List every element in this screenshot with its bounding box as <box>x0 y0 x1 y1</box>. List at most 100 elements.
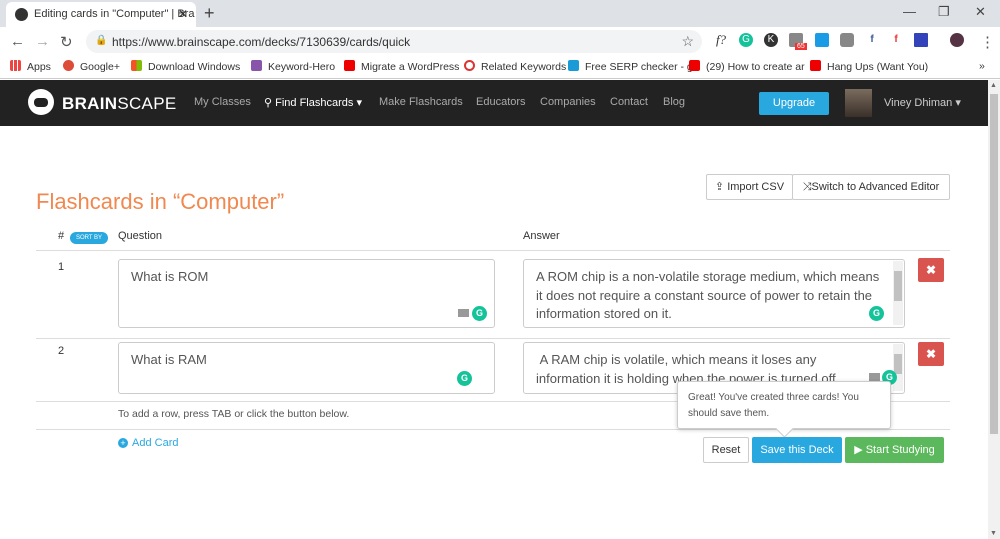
scroll-down-icon[interactable]: ▼ <box>990 530 997 537</box>
facebook-extension-icon[interactable]: f <box>865 33 879 47</box>
switch-advanced-editor-button[interactable]: ⤨Switch to Advanced Editor <box>792 174 950 200</box>
answer-scrollbar[interactable] <box>893 261 903 325</box>
back-icon[interactable]: ← <box>10 33 25 50</box>
brainscape-logo-icon[interactable] <box>28 89 54 115</box>
start-studying-button[interactable]: ▶ Start Studying <box>845 437 944 463</box>
delete-card-button[interactable]: ✖ <box>918 342 944 366</box>
nav-make-flashcards[interactable]: Make Flashcards <box>379 96 463 108</box>
grammarly-extension-icon[interactable]: G <box>739 33 753 47</box>
close-icon: ✖ <box>925 347 937 361</box>
url-text: https://www.brainscape.com/decks/7130639… <box>112 35 411 49</box>
minimize-icon[interactable]: — <box>903 4 916 19</box>
apps-grid-icon <box>10 60 21 71</box>
plus-icon <box>568 60 579 71</box>
import-csv-button[interactable]: ⇪ Import CSV <box>706 174 793 200</box>
bookmark-star-icon[interactable]: ☆ <box>681 33 694 50</box>
new-tab-icon[interactable]: + <box>204 3 215 24</box>
column-question: Question <box>118 230 163 242</box>
close-tab-icon[interactable]: ✕ <box>178 7 188 21</box>
sort-by-button[interactable]: SORT BY <box>70 232 108 244</box>
more-bookmarks[interactable]: » <box>979 60 985 72</box>
user-avatar[interactable] <box>845 89 872 117</box>
extension-badge: 65 <box>795 43 807 50</box>
card-number: 2 <box>58 345 65 357</box>
divider <box>36 338 950 339</box>
nav-educators[interactable]: Educators <box>476 96 526 108</box>
google-plus-icon <box>63 60 74 71</box>
bookmark-youtube-how-to[interactable]: (29) How to create ar <box>689 60 805 73</box>
answer-scrollbar[interactable] <box>893 344 903 391</box>
reset-button[interactable]: Reset <box>703 437 749 463</box>
translate-extension-icon[interactable] <box>815 33 829 47</box>
delete-card-button[interactable]: ✖ <box>918 258 944 282</box>
search-icon: ⚲ <box>264 97 276 109</box>
grammarly-icon[interactable]: G <box>457 371 472 386</box>
menu-icon[interactable]: ⋮ <box>980 33 995 51</box>
k-extension-icon[interactable]: K <box>764 33 778 47</box>
column-number: # <box>58 230 65 242</box>
address-bar-row: ← → ↻ 🔒 https://www.brainscape.com/decks… <box>0 27 1000 55</box>
divider <box>36 429 950 430</box>
add-card-link[interactable]: + Add Card <box>118 437 178 449</box>
grammarly-icon[interactable]: G <box>472 306 487 321</box>
windows-icon <box>131 60 142 71</box>
bookmark-serp-checker[interactable]: Free SERP checker - g <box>568 60 693 73</box>
bookmark-hang-ups[interactable]: Hang Ups (Want You) <box>810 60 928 73</box>
image-icon[interactable] <box>458 309 469 317</box>
bookmark-migrate-wordpress[interactable]: Migrate a WordPress <box>344 60 459 73</box>
youtube-icon <box>810 60 821 71</box>
card-number: 1 <box>58 261 65 273</box>
user-menu[interactable]: Viney Dhiman ▾ <box>884 96 961 109</box>
bookmarks-bar: Apps Google+ Download Windows Keyword-He… <box>0 55 1000 79</box>
answer-input[interactable]: A ROM chip is a non-volatile storage med… <box>523 259 905 328</box>
youtube-icon <box>344 60 355 71</box>
close-window-icon[interactable]: ✕ <box>975 4 986 20</box>
bookmark-apps[interactable]: Apps <box>10 60 51 73</box>
nav-blog[interactable]: Blog <box>663 96 685 108</box>
lock-icon: 🔒 <box>95 35 108 46</box>
keyword-hero-icon <box>251 60 262 71</box>
image-icon[interactable] <box>869 373 880 381</box>
bookmark-related-keywords[interactable]: Related Keywords <box>464 60 566 73</box>
scroll-up-icon[interactable]: ▲ <box>990 82 997 89</box>
reload-icon[interactable]: ↻ <box>60 33 73 51</box>
forward-icon[interactable]: → <box>35 33 50 50</box>
url-input[interactable]: 🔒 https://www.brainscape.com/decks/71306… <box>86 30 702 53</box>
nav-find-flashcards[interactable]: ⚲ Find Flashcards ▾ <box>264 96 362 109</box>
shuffle-icon: ⤨ <box>802 181 812 193</box>
play-icon: ▶ <box>854 444 866 456</box>
plus-circle-icon: + <box>118 438 128 448</box>
tab-title: Editing cards in "Computer" | Bra <box>34 8 195 20</box>
upload-icon: ⇪ <box>714 181 728 193</box>
grammarly-icon[interactable]: G <box>869 306 884 321</box>
bookmark-keyword-hero[interactable]: Keyword-Hero <box>251 60 335 73</box>
caret-down-icon: ▾ <box>356 97 362 109</box>
bookmark-extension-icon[interactable] <box>914 33 928 47</box>
scrollbar-thumb[interactable] <box>990 94 998 434</box>
brand-name[interactable]: BRAINSCAPE <box>62 94 176 114</box>
add-row-hint: To add a row, press TAB or click the but… <box>118 408 350 420</box>
page-title: Flashcards in “Computer” <box>36 189 285 214</box>
nav-companies[interactable]: Companies <box>540 96 596 108</box>
camera-extension-icon[interactable] <box>840 33 854 47</box>
brainscape-favicon-icon <box>15 8 28 21</box>
save-deck-button[interactable]: Save this Deck <box>752 437 842 463</box>
close-icon: ✖ <box>925 263 937 277</box>
profile-avatar-icon[interactable] <box>950 33 964 47</box>
nav-contact[interactable]: Contact <box>610 96 648 108</box>
question-input[interactable]: What is RAM <box>118 342 495 394</box>
browser-tab-bar: Editing cards in "Computer" | Bra ✕ + — … <box>0 0 1000 27</box>
page-scrollbar[interactable]: ▲ ▼ <box>988 80 1000 539</box>
opera-icon <box>464 60 475 71</box>
formula-extension-icon[interactable]: f? <box>714 33 728 47</box>
bookmark-download-windows[interactable]: Download Windows <box>131 60 240 73</box>
browser-tab[interactable]: Editing cards in "Computer" | Bra ✕ <box>6 2 196 27</box>
bookmark-google-plus[interactable]: Google+ <box>63 60 120 73</box>
divider <box>36 250 950 251</box>
column-answer: Answer <box>523 230 560 242</box>
question-input[interactable]: What is ROM <box>118 259 495 328</box>
restore-icon[interactable]: ❐ <box>938 4 950 20</box>
f-red-extension-icon[interactable]: f <box>889 33 903 47</box>
upgrade-button[interactable]: Upgrade <box>759 92 829 115</box>
nav-my-classes[interactable]: My Classes <box>194 96 251 108</box>
